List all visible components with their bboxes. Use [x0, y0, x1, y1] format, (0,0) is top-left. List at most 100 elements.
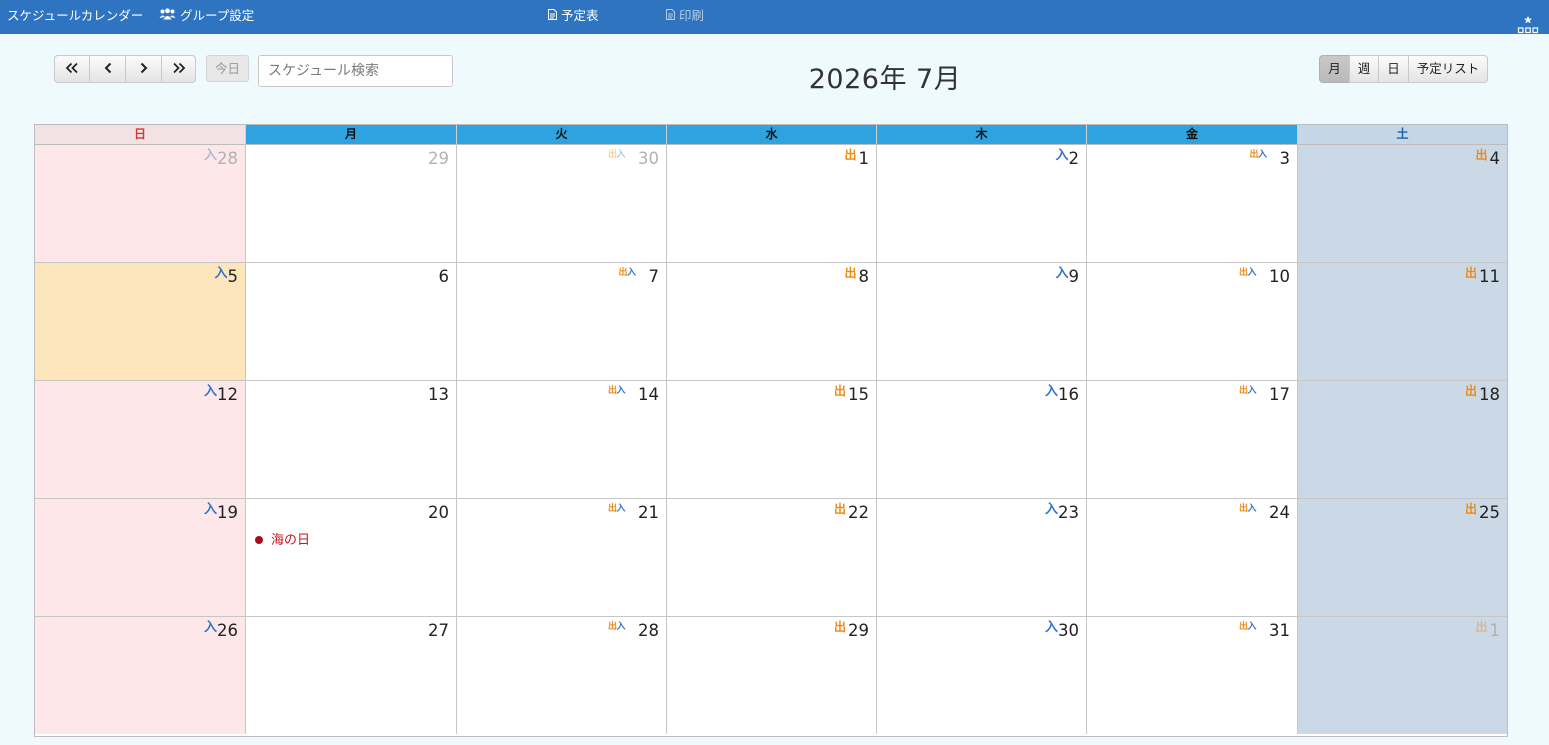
- app-title-link[interactable]: スケジュールカレンダー: [7, 0, 143, 32]
- day-cell[interactable]: 1出: [667, 145, 877, 262]
- in-out-marker: 出入: [618, 268, 636, 278]
- prev-month-button[interactable]: [89, 55, 125, 83]
- day-number: 28: [217, 149, 238, 168]
- day-number: 1: [858, 149, 870, 168]
- event-title: 海の日: [271, 533, 311, 548]
- day-cell[interactable]: 22 出: [667, 499, 877, 616]
- in-out-marker: 出入: [607, 504, 626, 514]
- day-cell[interactable]: 9入: [877, 263, 1087, 380]
- in-marker: 入: [1055, 148, 1069, 163]
- day-cell[interactable]: 27: [246, 617, 457, 734]
- day-number: 29: [428, 149, 449, 168]
- view-week-button[interactable]: 週: [1349, 55, 1378, 83]
- view-month-button[interactable]: 月: [1319, 55, 1349, 83]
- in-out-marker: 出入: [607, 622, 626, 632]
- out-marker: 出: [844, 148, 857, 162]
- in-out-marker: 出入: [1238, 622, 1257, 632]
- day-number: 1: [1489, 621, 1501, 640]
- day-number: 6: [438, 267, 450, 286]
- day-cell[interactable]: 14 出入: [457, 381, 667, 498]
- view-switcher: 月 週 日 予定リスト: [1319, 55, 1488, 83]
- out-marker: 出: [1475, 148, 1488, 162]
- next-year-button[interactable]: [161, 55, 196, 83]
- weekday-header: 月: [246, 125, 457, 145]
- schedule-table-link[interactable]: 予定表: [548, 0, 599, 32]
- view-day-button[interactable]: 日: [1378, 55, 1408, 83]
- in-out-marker: 出入: [607, 150, 626, 160]
- day-cell[interactable]: 17 出入: [1087, 381, 1298, 498]
- day-cell[interactable]: 18 出: [1298, 381, 1507, 498]
- day-number: 30: [638, 149, 659, 168]
- day-number: 11: [1479, 267, 1500, 286]
- schedule-search-input[interactable]: [258, 55, 453, 87]
- in-marker: 入: [1044, 502, 1058, 517]
- day-cell[interactable]: 12 入: [35, 381, 246, 498]
- in-marker: 入: [203, 502, 217, 517]
- day-cell[interactable]: 2入: [877, 145, 1087, 262]
- day-cell[interactable]: 6: [246, 263, 457, 380]
- day-cell[interactable]: 23 入: [877, 499, 1087, 616]
- day-number: 28: [638, 621, 659, 640]
- out-marker: 出: [844, 266, 857, 280]
- day-number: 13: [428, 385, 449, 404]
- day-number: 4: [1489, 149, 1501, 168]
- day-cell[interactable]: 21 出入: [457, 499, 667, 616]
- day-number: 21: [638, 503, 659, 522]
- in-out-marker: 出入: [1238, 268, 1257, 278]
- day-cell[interactable]: 8出: [667, 263, 877, 380]
- weekday-header-row: 日月火水木金土: [35, 125, 1507, 145]
- users-icon: [159, 0, 176, 31]
- day-cell[interactable]: 24 出入: [1087, 499, 1298, 616]
- day-cell[interactable]: 3 出入: [1087, 145, 1298, 262]
- calendar-event[interactable]: 海の日: [255, 529, 310, 548]
- document-icon: [666, 0, 675, 31]
- out-marker: 出: [1464, 384, 1477, 398]
- calendar-navigation: [54, 55, 196, 83]
- day-cell[interactable]: 30 入: [877, 617, 1087, 734]
- next-month-button[interactable]: [125, 55, 161, 83]
- day-cell[interactable]: 26 入: [35, 617, 246, 734]
- day-number: 9: [1068, 267, 1080, 286]
- day-cell[interactable]: 10 出入: [1087, 263, 1298, 380]
- day-number: 7: [648, 267, 660, 286]
- in-out-marker: 出入: [1249, 150, 1267, 160]
- day-cell[interactable]: 19 入: [35, 499, 246, 616]
- day-cell[interactable]: 4出: [1298, 145, 1507, 262]
- day-cell[interactable]: 13: [246, 381, 457, 498]
- day-cell[interactable]: 29 出: [667, 617, 877, 734]
- day-cell[interactable]: 16 入: [877, 381, 1087, 498]
- view-list-button[interactable]: 予定リスト: [1408, 55, 1488, 83]
- day-cell[interactable]: 5入: [35, 263, 246, 380]
- day-cell[interactable]: 29: [246, 145, 457, 262]
- day-cell[interactable]: 1出: [1298, 617, 1507, 734]
- print-link[interactable]: 印刷: [666, 0, 704, 32]
- week-row: 12 入 13 14 出入 15 出 16 入 17 出入 18 出: [35, 381, 1507, 499]
- day-number: 18: [1479, 385, 1500, 404]
- in-marker: 入: [203, 384, 217, 399]
- day-cell[interactable]: 28 入: [35, 145, 246, 262]
- day-number: 20: [428, 503, 449, 522]
- in-marker: 入: [203, 620, 217, 635]
- day-cell[interactable]: 25 出: [1298, 499, 1507, 616]
- group-settings-label: グループ設定: [180, 8, 255, 23]
- sitemap-icon[interactable]: [1517, 16, 1539, 34]
- in-marker: 入: [214, 266, 228, 281]
- day-cell[interactable]: 15 出: [667, 381, 877, 498]
- day-number: 29: [848, 621, 869, 640]
- day-cell[interactable]: 11 出: [1298, 263, 1507, 380]
- day-number: 31: [1269, 621, 1290, 640]
- prev-year-button[interactable]: [54, 55, 89, 83]
- document-icon: [548, 0, 557, 31]
- group-settings-link[interactable]: グループ設定: [159, 0, 254, 32]
- schedule-table-label: 予定表: [561, 8, 599, 23]
- day-number: 25: [1479, 503, 1500, 522]
- day-cell[interactable]: 28 出入: [457, 617, 667, 734]
- day-cell[interactable]: 20 海の日: [246, 499, 457, 616]
- today-button[interactable]: 今日: [206, 55, 249, 82]
- day-cell[interactable]: 7 出入: [457, 263, 667, 380]
- in-marker: 入: [1055, 266, 1069, 281]
- double-chevron-right-icon: [172, 62, 185, 74]
- day-cell[interactable]: 30 出入: [457, 145, 667, 262]
- in-out-marker: 出入: [1238, 386, 1257, 396]
- day-cell[interactable]: 31 出入: [1087, 617, 1298, 734]
